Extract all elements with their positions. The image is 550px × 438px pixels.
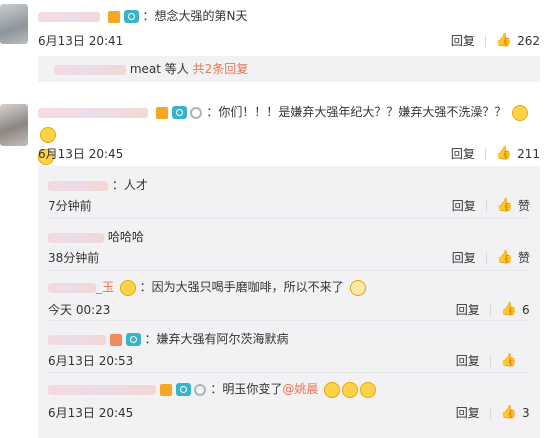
username[interactable]	[48, 180, 108, 191]
camera-badge-icon	[175, 383, 191, 396]
username-suffix[interactable]: _玉	[96, 280, 114, 294]
like-count[interactable]: 211	[517, 147, 540, 161]
emoji-icon	[360, 381, 377, 398]
thumbs-up-icon[interactable]: 👍	[497, 250, 513, 265]
divider	[489, 354, 491, 367]
vip-badge-icon	[107, 10, 120, 23]
camera-badge-icon	[171, 106, 187, 119]
emoji-icon	[342, 381, 359, 398]
divider	[48, 320, 530, 321]
sub-reply: 哈哈哈	[48, 228, 530, 245]
comment-actions: 回复 👍 211	[451, 145, 540, 162]
divider	[485, 199, 487, 212]
ring-badge-icon	[194, 383, 207, 396]
emoji-icon	[512, 104, 529, 121]
reply-button[interactable]: 回复	[452, 197, 476, 214]
thumbs-up-icon[interactable]: 👍	[501, 302, 517, 317]
divider	[485, 251, 487, 264]
more-replies-link[interactable]: 共2条回复	[193, 62, 249, 76]
thumbs-up-icon[interactable]: 👍	[497, 198, 513, 213]
reply-button[interactable]: 回复	[456, 301, 480, 318]
sub-reply-actions: 回复 👍 3	[456, 404, 530, 421]
like-count[interactable]: 6	[522, 303, 530, 317]
comment-time: 6月13日 20:45	[38, 147, 124, 161]
sub-reply: _玉 ：因为大强只喝手磨咖啡，所以不来了	[48, 278, 530, 296]
username[interactable]	[48, 232, 104, 243]
username[interactable]	[48, 334, 106, 345]
like-label[interactable]: 赞	[518, 249, 530, 266]
emoji-icon	[40, 126, 56, 143]
divider	[48, 270, 530, 271]
thumbs-up-icon[interactable]: 👍	[496, 33, 512, 48]
sub-reply-text: ：人才	[111, 178, 148, 192]
username[interactable]	[48, 282, 96, 293]
vip-badge-icon	[159, 383, 172, 396]
sub-reply-text: 哈哈哈	[107, 230, 144, 244]
comment-text: ：你们！！！是嫌弃大强年纪大？？嫌弃大强不洗澡？？	[206, 105, 507, 119]
sub-reply-text: ：因为大强只喝手磨咖啡，所以不来了	[139, 280, 344, 294]
vip-badge-icon	[109, 333, 122, 346]
divider	[489, 303, 491, 316]
comment: ：想念大强的第N天	[38, 7, 540, 24]
reply-button[interactable]: 回复	[451, 145, 475, 162]
divider	[489, 406, 491, 419]
sub-reply-actions: 回复 👍	[456, 352, 530, 369]
replier-names[interactable]	[54, 64, 126, 75]
reply-button[interactable]: 回复	[456, 352, 480, 369]
emoji-icon	[324, 381, 341, 398]
sub-reply-actions: 回复 👍 赞	[452, 249, 530, 266]
replier-suffix: meat 等人	[129, 62, 189, 76]
username[interactable]	[38, 107, 148, 118]
reply-button[interactable]: 回复	[452, 249, 476, 266]
sub-reply-text: ：明玉你变了	[210, 382, 283, 396]
username[interactable]	[48, 384, 156, 395]
ring-badge-icon	[190, 106, 203, 119]
comment-actions: 回复 👍 262	[451, 32, 540, 49]
sub-reply: ：嫌弃大强有阿尔茨海默病	[48, 330, 530, 347]
reply-button[interactable]: 回复	[451, 32, 475, 49]
sub-reply: ：人才	[48, 176, 530, 193]
avatar[interactable]	[0, 104, 28, 146]
comment-time: 6月13日 20:41	[38, 34, 124, 48]
sub-reply-time: 6月13日 20:45	[48, 406, 134, 420]
username[interactable]	[38, 11, 100, 22]
divider	[484, 34, 486, 47]
divider	[48, 218, 530, 219]
sub-reply-time: 38分钟前	[48, 251, 100, 265]
sub-reply-time: 6月13日 20:53	[48, 354, 134, 368]
thumbs-up-icon[interactable]: 👍	[501, 405, 517, 420]
reply-button[interactable]: 回复	[456, 404, 480, 421]
like-count[interactable]: 262	[517, 34, 540, 48]
sub-reply: ：明玉你变了@姚晨	[48, 380, 530, 398]
vip-badge-icon	[155, 106, 168, 119]
hand-emoji-icon	[349, 279, 366, 296]
sub-reply-time: 今天 00:23	[48, 303, 111, 317]
sub-reply-actions: 回复 👍 赞	[452, 197, 530, 214]
sub-reply-actions: 回复 👍 6	[456, 301, 530, 318]
camera-badge-icon	[123, 10, 139, 23]
chick-emoji-icon	[119, 279, 136, 296]
reply-summary: meat 等人 共2条回复	[38, 56, 540, 82]
camera-badge-icon	[125, 333, 141, 346]
divider	[48, 372, 530, 373]
sub-replies: ：人才 7分钟前 回复 👍 赞 哈哈哈 38分钟前 回复 👍 赞 _玉 ：因为大…	[38, 166, 540, 438]
mention-link[interactable]: @姚晨	[282, 382, 318, 396]
comment-text: ：想念大强的第N天	[142, 9, 248, 23]
like-label[interactable]: 赞	[518, 197, 530, 214]
like-count[interactable]: 3	[522, 406, 530, 420]
sub-reply-time: 7分钟前	[48, 199, 92, 213]
thumbs-up-icon[interactable]: 👍	[501, 353, 517, 368]
avatar[interactable]	[0, 4, 28, 44]
sub-reply-text: ：嫌弃大强有阿尔茨海默病	[144, 332, 289, 346]
divider	[484, 147, 486, 160]
thumbs-up-icon[interactable]: 👍	[496, 146, 512, 161]
